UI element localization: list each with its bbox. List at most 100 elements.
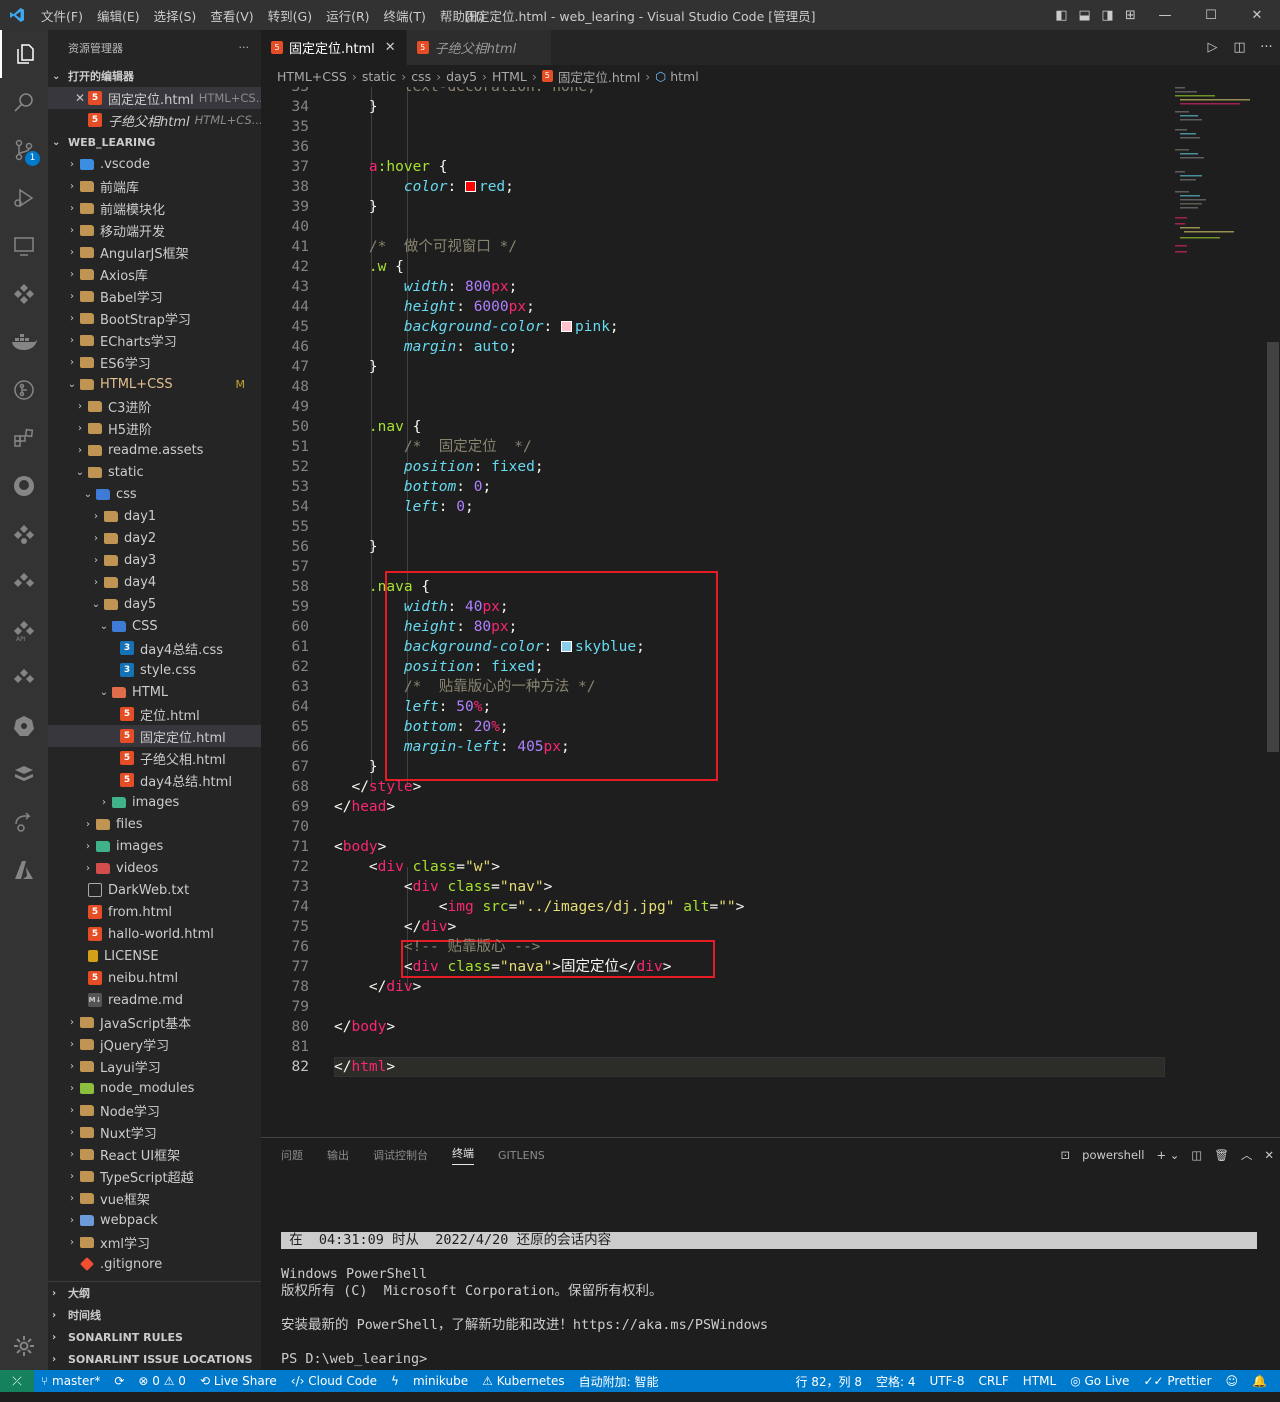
sidebar-section[interactable]: ›SONARLINT RULES <box>48 1326 261 1348</box>
scrollbar-thumb[interactable] <box>1267 342 1279 752</box>
folder-item[interactable]: ⌄static <box>48 461 261 483</box>
panel-tab[interactable]: 终端 <box>452 1145 474 1165</box>
close-window-button[interactable]: ✕ <box>1234 8 1280 23</box>
more-actions-button[interactable]: ··· <box>239 41 250 54</box>
folder-item[interactable]: ›webpack <box>48 1209 261 1231</box>
file-item[interactable]: 5固定定位.html <box>48 725 261 747</box>
folder-item[interactable]: ⌄day5 <box>48 593 261 615</box>
cloud-code-api-icon[interactable]: API <box>0 606 48 654</box>
file-item[interactable]: 5hallo-world.html <box>48 923 261 945</box>
close-tab-icon[interactable]: ✕ <box>385 40 396 55</box>
folder-item[interactable]: ›移动端开发 <box>48 219 261 241</box>
file-item[interactable]: 3style.css <box>48 659 261 681</box>
folder-item[interactable]: ›AngularJS框架 <box>48 241 261 263</box>
source-control-icon[interactable]: 1 <box>0 126 48 174</box>
folder-item[interactable]: ⌄css <box>48 483 261 505</box>
folder-item[interactable]: ›C3进阶 <box>48 395 261 417</box>
folder-item[interactable]: ›.vscode <box>48 153 261 175</box>
customize-layout-icon[interactable]: ⊞ <box>1119 8 1142 23</box>
color-swatch[interactable] <box>561 641 572 652</box>
folder-item[interactable]: ›Layui学习 <box>48 1055 261 1077</box>
minimap[interactable] <box>1170 87 1265 257</box>
encoding-status[interactable]: UTF-8 <box>929 1374 964 1388</box>
folder-item[interactable]: ›前端模块化 <box>48 197 261 219</box>
panel-tab[interactable]: 输出 <box>327 1147 349 1163</box>
folder-item[interactable]: ›day4 <box>48 571 261 593</box>
lightning-icon[interactable]: ϟ <box>391 1374 399 1388</box>
folder-item[interactable]: ›day1 <box>48 505 261 527</box>
cloud-code-secrets-icon[interactable] <box>0 510 48 558</box>
file-item[interactable]: 5子绝父相.html <box>48 747 261 769</box>
menu-item[interactable]: 转到(G) <box>261 6 319 25</box>
docker-icon[interactable] <box>0 318 48 366</box>
menu-item[interactable]: 终端(T) <box>377 6 433 25</box>
breadcrumb-item[interactable]: HTML+CSS <box>277 69 347 84</box>
database-icon[interactable] <box>0 750 48 798</box>
folder-item[interactable]: ›BootStrap学习 <box>48 307 261 329</box>
menu-item[interactable]: 运行(R) <box>319 6 376 25</box>
sidebar-section[interactable]: ›时间线 <box>48 1304 261 1326</box>
more-icon[interactable]: ··· <box>1253 40 1280 55</box>
folder-item[interactable]: ›day3 <box>48 549 261 571</box>
language-mode[interactable]: HTML <box>1023 1374 1056 1388</box>
sidebar-section[interactable]: ›大纲 <box>48 1282 261 1304</box>
tab-fixed-position[interactable]: 5 固定定位.html ✕ <box>261 30 407 65</box>
folder-item[interactable]: ›images <box>48 791 261 813</box>
folder-item[interactable]: ›videos <box>48 857 261 879</box>
toggle-sidebar-icon[interactable]: ◧ <box>1050 8 1073 23</box>
folder-item[interactable]: ›jQuery学习 <box>48 1033 261 1055</box>
feedback-icon[interactable]: ☺ <box>1226 1374 1239 1388</box>
open-editor-item[interactable]: ✕5固定定位.htmlHTML+CS... <box>48 87 261 109</box>
file-item[interactable]: 5from.html <box>48 901 261 923</box>
file-item[interactable]: 3day4总结.css <box>48 637 261 659</box>
breadcrumb-item[interactable]: day5 <box>446 69 477 84</box>
folder-item[interactable]: ›Babel学习 <box>48 285 261 307</box>
folder-item[interactable]: ›ES6学习 <box>48 351 261 373</box>
sidebar-section[interactable]: ›SONARLINT ISSUE LOCATIONS <box>48 1348 261 1370</box>
menu-item[interactable]: 文件(F) <box>34 6 90 25</box>
folder-item[interactable]: ›Node学习 <box>48 1099 261 1121</box>
breadcrumb-item[interactable]: static <box>362 69 396 84</box>
file-item[interactable]: 5neibu.html <box>48 967 261 989</box>
file-item[interactable]: 5day4总结.html <box>48 769 261 791</box>
notifications-icon[interactable]: 🔔 <box>1252 1374 1267 1388</box>
breadcrumb-item[interactable]: HTML <box>492 69 527 84</box>
eol-status[interactable]: CRLF <box>978 1374 1008 1388</box>
file-item[interactable]: M↓readme.md <box>48 989 261 1011</box>
panel-tab[interactable]: 问题 <box>281 1147 303 1163</box>
branch-status[interactable]: ⑂ master* <box>41 1374 100 1388</box>
kill-terminal-icon[interactable]: 🗑 <box>1214 1148 1229 1162</box>
toggle-secondary-sidebar-icon[interactable]: ◨ <box>1096 8 1119 23</box>
panel-tab[interactable]: GITLENS <box>498 1149 545 1162</box>
folder-item[interactable]: ⌄HTML <box>48 681 261 703</box>
go-live-button[interactable]: ◎ Go Live <box>1070 1374 1129 1388</box>
cursor-position[interactable]: 行 82，列 8 <box>795 1373 862 1390</box>
folder-item[interactable]: ›前端库 <box>48 175 261 197</box>
open-editor-item[interactable]: 5子绝父相htmlHTML+CS... <box>48 109 261 131</box>
folder-item[interactable]: ›day2 <box>48 527 261 549</box>
cloud-code-cli-icon[interactable] <box>0 654 48 702</box>
github-icon[interactable] <box>0 462 48 510</box>
breadcrumb-item[interactable]: 固定定位.html <box>558 67 640 86</box>
file-item[interactable]: LICENSE <box>48 945 261 967</box>
folder-item[interactable]: ⌄CSS <box>48 615 261 637</box>
folder-item[interactable]: ›readme.assets <box>48 439 261 461</box>
sync-icon[interactable]: ⟳ <box>114 1374 124 1388</box>
tab-child-absolute[interactable]: 5 子绝父相html <box>407 30 552 65</box>
folder-item[interactable]: ›files <box>48 813 261 835</box>
folder-item[interactable]: ›vue框架 <box>48 1187 261 1209</box>
color-swatch[interactable] <box>465 181 476 192</box>
problems-status[interactable]: ⊗ 0 ⚠ 0 <box>138 1374 186 1388</box>
folder-item[interactable]: ›Axios库 <box>48 263 261 285</box>
kubernetes-icon[interactable] <box>0 702 48 750</box>
live-share-status[interactable]: ⟲ Live Share <box>200 1374 277 1388</box>
minikube-status[interactable]: minikube <box>413 1374 468 1388</box>
split-editor-icon[interactable]: ◫ <box>1226 40 1253 55</box>
kubernetes-status[interactable]: ⚠ Kubernetes <box>482 1374 565 1388</box>
search-icon[interactable] <box>0 78 48 126</box>
run-icon[interactable]: ▷ <box>1199 40 1226 55</box>
folder-item[interactable]: ›xml学习 <box>48 1231 261 1253</box>
close-panel-icon[interactable]: ✕ <box>1264 1148 1274 1162</box>
auto-attach-status[interactable]: 自动附加: 智能 <box>579 1373 659 1390</box>
folder-item[interactable]: ›ECharts学习 <box>48 329 261 351</box>
